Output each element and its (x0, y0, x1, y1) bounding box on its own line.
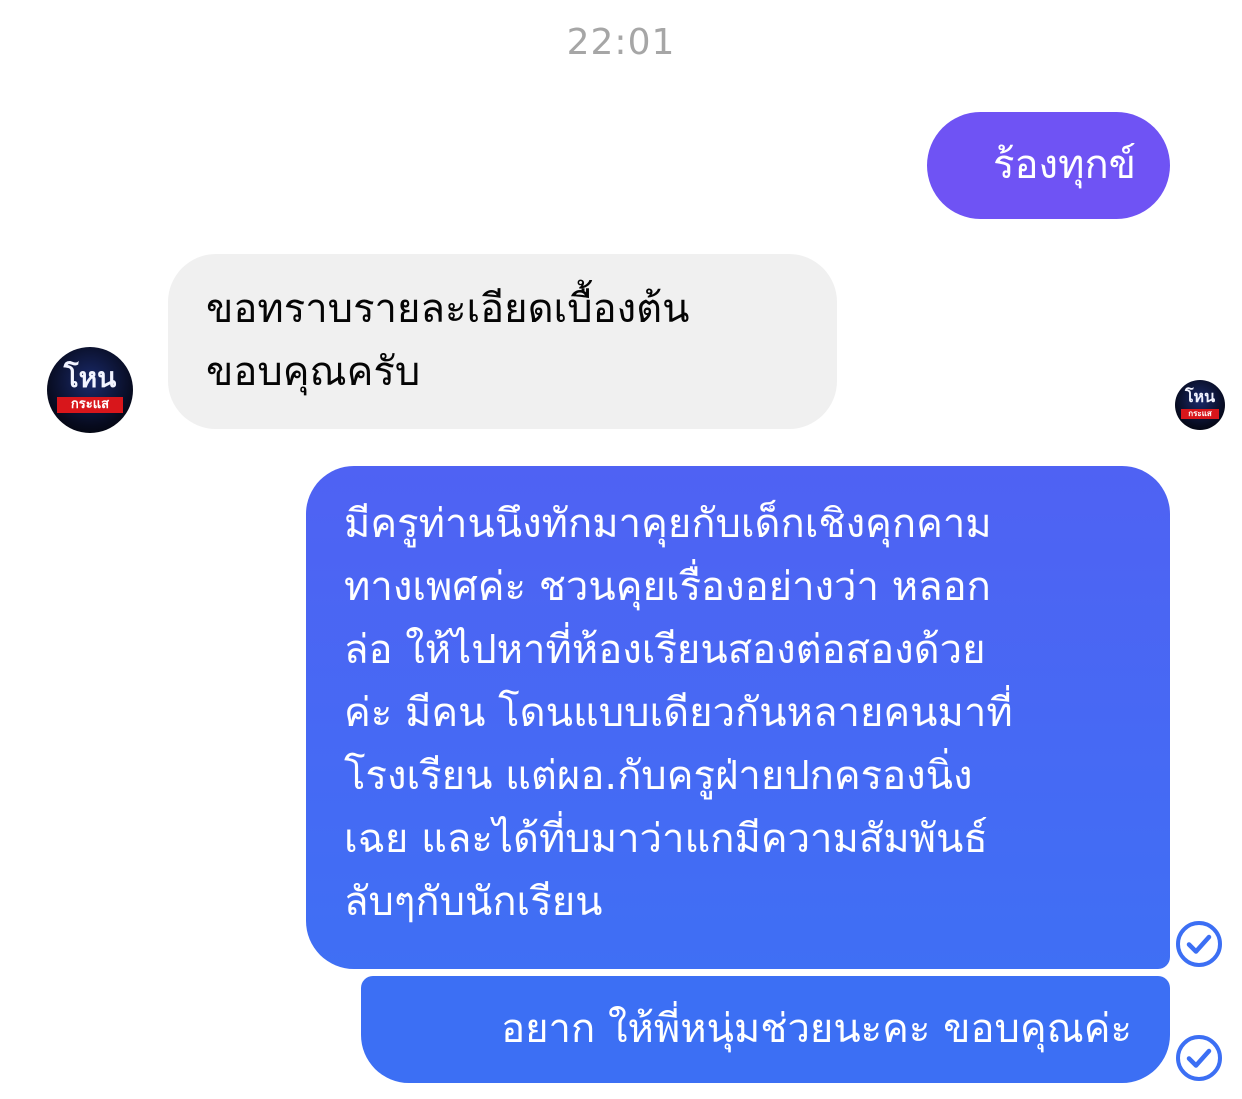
avatar-logo-text: โหน (1184, 387, 1216, 406)
outgoing-message-bubble[interactable]: อยาก ให้พี่หนุ่มช่วยนะคะ ขอบคุณค่ะ (361, 976, 1170, 1083)
check-circle-icon (1176, 1035, 1222, 1081)
avatar-logo-subtext: กระแส (57, 397, 123, 413)
avatar-logo-subtext: กระแส (1181, 409, 1219, 419)
seen-avatar-icon: โหน กระแส (1175, 380, 1225, 430)
sender-avatar[interactable]: โหน กระแส (47, 347, 133, 433)
avatar-logo-text: โหน (63, 361, 117, 394)
outgoing-message-bubble[interactable]: มีครูท่านนึงทักมาคุยกับเด็กเชิงคุกคาม ทา… (306, 466, 1170, 969)
incoming-message-bubble[interactable]: ขอทราบรายละเอียดเบื้องต้น ขอบคุณครับ (168, 254, 837, 429)
outgoing-message-bubble[interactable]: ร้องทุกข์ (927, 112, 1170, 219)
check-circle-icon (1176, 921, 1222, 967)
message-timestamp: 22:01 (566, 22, 676, 63)
